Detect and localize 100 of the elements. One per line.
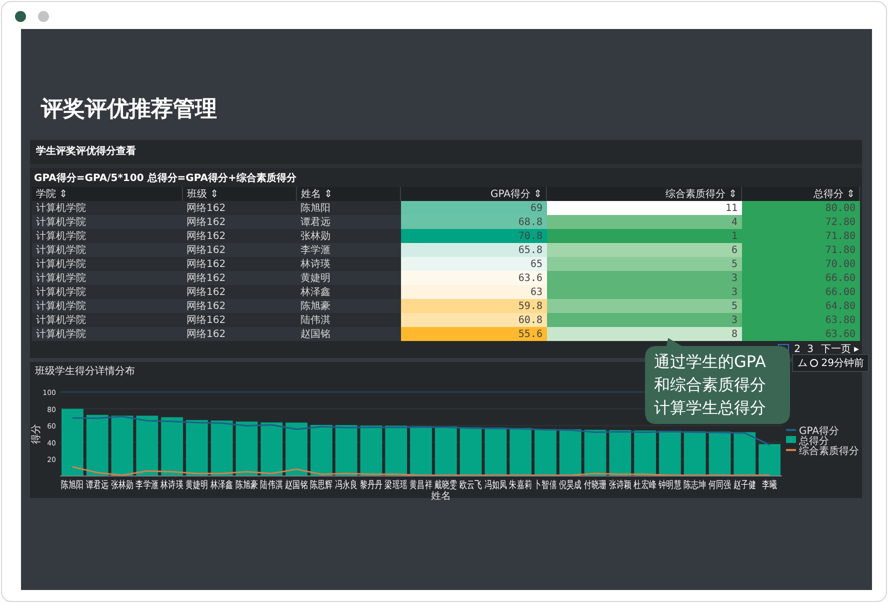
chart-bar: [434, 426, 457, 476]
chart-bar: [734, 432, 756, 476]
table-cell: 71.80: [742, 243, 860, 257]
table-cell: 张林勋: [296, 229, 400, 243]
chart-bar: [410, 426, 432, 476]
chart-bar: [111, 416, 134, 476]
table-cell: 陈旭阳: [296, 201, 400, 215]
axis-tick-label: 林诗瑛: [160, 480, 184, 492]
axis-tick-label: 钟明慧: [658, 480, 682, 492]
chart-bar: [286, 422, 308, 476]
table-cell: 65: [400, 257, 546, 271]
table-cell: 网络162: [182, 285, 296, 299]
table-cell: 4: [546, 215, 742, 229]
table-cell: 网络162: [182, 243, 296, 257]
column-header[interactable]: 姓名 ⇕: [296, 187, 400, 201]
chart-bar: [659, 430, 681, 476]
axis-tick-label: 冯如凤: [484, 480, 508, 492]
chart-bar: [559, 429, 582, 476]
axis-tick-label: 欧云飞: [459, 480, 482, 492]
chart-bar: [634, 430, 656, 476]
table-cell: 3: [546, 313, 742, 327]
axis-tick-label: 谭君远: [86, 480, 109, 492]
chart-bar: [86, 414, 108, 476]
chart-bar: [210, 420, 233, 476]
legend-swatch: [786, 436, 796, 443]
table-cell: 3: [546, 271, 742, 285]
table-cell: 网络162: [182, 229, 296, 243]
table-cell: 陆伟淇: [296, 313, 400, 327]
table-cell: 6: [546, 243, 742, 257]
table-cell: 计算机学院: [32, 257, 182, 271]
refresh-time: 29分钟前: [821, 356, 864, 370]
chart-bar: [62, 408, 84, 476]
column-header[interactable]: 学院 ⇕: [32, 187, 182, 201]
chart-bar: [161, 417, 183, 476]
page-button[interactable]: 3: [806, 344, 815, 356]
y-axis-title: 得分: [31, 424, 42, 444]
column-header[interactable]: GPA得分 ⇕: [400, 187, 546, 201]
table-cell: 66.00: [742, 285, 860, 299]
table-cell: 计算机学院: [32, 243, 182, 257]
column-header[interactable]: 班级 ⇕: [182, 187, 296, 201]
panel-title: 学生评奖评优得分查看: [30, 140, 862, 164]
axis-tick-label: 赵国铭: [285, 480, 308, 492]
chart-bar: [534, 428, 556, 476]
table-cell: 计算机学院: [32, 285, 182, 299]
page-button[interactable]: 2: [792, 344, 802, 356]
table-cell: 72.80: [742, 215, 860, 229]
chart-bar: [460, 427, 482, 476]
formula-text: GPA得分=GPA/5*100 总得分=GPA得分+综合素质得分: [33, 172, 298, 186]
chart-bar: [310, 424, 332, 476]
table-cell: 李学滙: [296, 243, 400, 257]
axis-tick-label: 林泽鑫: [210, 480, 234, 492]
table-cell: 计算机学院: [32, 313, 182, 327]
table-cell: 计算机学院: [32, 201, 182, 215]
axis-tick-label: 杜宏峰: [634, 480, 656, 492]
axis-tick-label: 李学滙: [136, 480, 158, 492]
table-cell: 66.60: [742, 271, 860, 285]
table-cell: 林诗瑛: [296, 257, 400, 271]
axis-tick-label: 倪昊成: [559, 480, 582, 492]
table-cell: 55.6: [400, 327, 546, 341]
axis-tick-label: 李曦: [762, 480, 778, 492]
callout-text: 计算学生总得分: [654, 397, 766, 419]
column-header[interactable]: 总得分 ⇕: [742, 187, 860, 201]
table-cell: 8: [546, 327, 742, 341]
axis-tick-label: 黄婕明: [186, 480, 208, 492]
chart-bar: [584, 430, 606, 476]
table-cell: 网络162: [182, 271, 296, 285]
axis-tick-label: 朱嘉莉: [509, 480, 532, 492]
axis-tick-label: 卜智僖: [534, 480, 557, 492]
callout-text: 和综合素质得分: [654, 374, 766, 396]
table-cell: 3: [546, 285, 742, 299]
table-cell: 林泽鑫: [296, 285, 400, 299]
column-header[interactable]: 综合素质得分 ⇕: [546, 187, 742, 201]
axis-tick-label: 张诗颖: [608, 480, 632, 492]
table-cell: 63.80: [742, 313, 860, 327]
table-cell: 计算机学院: [32, 327, 182, 341]
table-cell: 网络162: [182, 299, 296, 313]
chart-bar: [758, 444, 780, 476]
legend-label[interactable]: GPA得分: [799, 426, 839, 437]
chart-bar: [510, 428, 532, 476]
legend-label[interactable]: 综合素质得分: [799, 446, 859, 457]
chart-bar: [484, 428, 507, 476]
legend-label[interactable]: 总得分: [799, 436, 829, 447]
table-cell: 计算机学院: [32, 271, 182, 285]
table-cell: 63: [400, 285, 546, 299]
chart-bar: [136, 416, 158, 476]
axis-tick-label: 戴晓雯: [434, 480, 458, 492]
table-cell: 71.80: [742, 229, 860, 243]
table-cell: 1: [546, 229, 742, 243]
callout-text: 通过学生的GPA: [654, 351, 766, 373]
chart-bar: [360, 426, 382, 476]
table-cell: 网络162: [182, 215, 296, 229]
next-page-link[interactable]: 下一页 ▸: [820, 344, 859, 356]
table-cell: 网络162: [182, 257, 296, 271]
chart-title: 班级学生得分详情分布: [34, 364, 136, 378]
axis-tick-label: 何同强: [708, 480, 732, 492]
chart-bar: [186, 420, 208, 476]
chart-bar: [335, 425, 358, 476]
axis-tick-label: 陈旭阳: [61, 480, 84, 492]
table-cell: 计算机学院: [32, 215, 182, 229]
table-cell: 59.8: [400, 299, 546, 313]
